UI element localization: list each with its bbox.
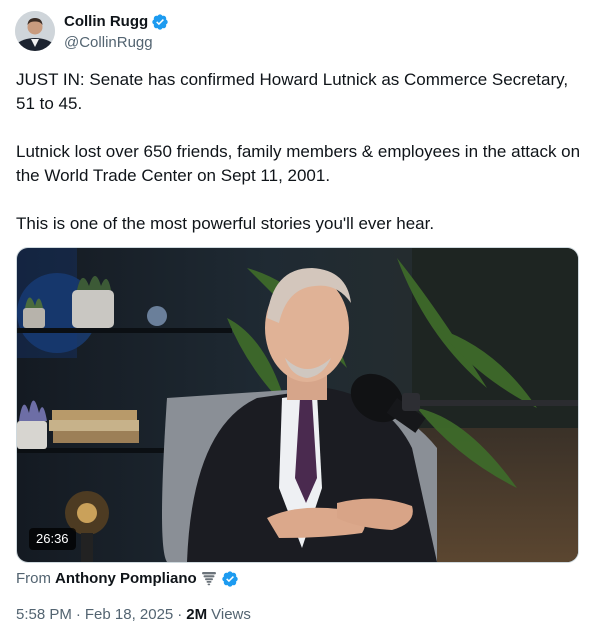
tweet-paragraph: JUST IN: Senate has confirmed Howard Lut… xyxy=(16,70,569,113)
attribution-name[interactable]: Anthony Pompliano xyxy=(55,569,197,589)
video-duration: 26:36 xyxy=(29,528,76,550)
video-thumbnail xyxy=(17,248,578,562)
tweet-paragraph: This is one of the most powerful stories… xyxy=(16,214,435,233)
tweet-date[interactable]: Feb 18, 2025 xyxy=(85,605,173,625)
video-player[interactable]: 26:36 xyxy=(16,247,579,563)
author-display-name[interactable]: Collin Rugg xyxy=(64,12,148,32)
verified-badge-icon xyxy=(151,13,169,31)
views-count[interactable]: 2M xyxy=(186,605,207,625)
tweet-text: JUST IN: Senate has confirmed Howard Lut… xyxy=(16,68,591,236)
avatar-image xyxy=(15,11,55,51)
views-label: Views xyxy=(211,606,251,623)
meta-separator: · xyxy=(75,606,81,623)
author-avatar[interactable] xyxy=(15,11,55,51)
author-handle[interactable]: @CollinRugg xyxy=(64,33,153,53)
attribution-label: From xyxy=(16,570,51,587)
verified-badge-icon xyxy=(221,570,239,588)
meta-separator: · xyxy=(177,606,183,623)
author-name-row: Collin Rugg xyxy=(64,12,169,32)
attribution-row: From Anthony Pompliano xyxy=(16,569,239,589)
tweet-paragraph: Lutnick lost over 650 friends, family me… xyxy=(16,142,581,185)
tweet-card: Collin Rugg @CollinRugg JUST IN: Senate … xyxy=(0,0,611,642)
tornado-icon xyxy=(200,570,218,588)
tweet-time[interactable]: 5:58 PM xyxy=(16,605,72,625)
tweet-meta: 5:58 PM · Feb 18, 2025 · 2M Views xyxy=(16,605,251,625)
